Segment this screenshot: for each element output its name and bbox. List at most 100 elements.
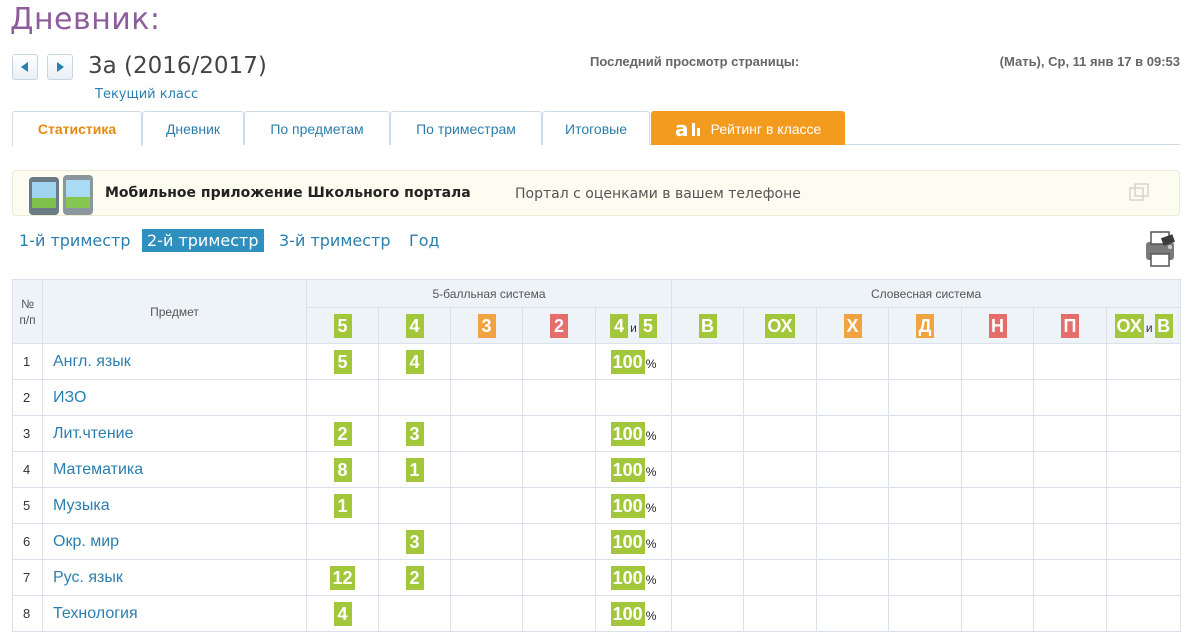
grade-count-cell <box>450 343 523 380</box>
percent-sign: % <box>645 536 657 551</box>
table-row: 6 Окр. мир 3 100% <box>12 523 1182 560</box>
quality-percent-cell: 100% <box>594 595 673 632</box>
subject-link[interactable]: Математика <box>42 451 307 488</box>
verbal-cell <box>888 379 963 416</box>
period-1[interactable]: 1-й триместр <box>14 229 136 252</box>
grade-count: 2 <box>405 565 424 590</box>
five-point-group-header: 5-балльная система <box>305 279 673 308</box>
grade-count: 3 <box>405 421 424 446</box>
verbal-cell <box>1106 487 1182 524</box>
grade-count-cell: 5 <box>306 343 379 380</box>
mobile-app-banner[interactable]: Мобильное приложение Школьного портала П… <box>12 170 1180 216</box>
verbal-cell <box>961 559 1035 596</box>
period-3[interactable]: 3-й триместр <box>274 229 396 252</box>
grades-table: № п/п Предмет 5-балльная система Словесн… <box>12 279 1182 632</box>
grade-count-cell <box>522 487 596 524</box>
subject-link[interactable]: Окр. мир <box>42 523 307 560</box>
verbal-cell <box>1106 559 1182 596</box>
verbal-cell <box>816 451 890 488</box>
phones-icon <box>29 175 93 215</box>
verbal-cell <box>816 343 890 380</box>
verbal-cell <box>671 379 745 416</box>
prev-year-button[interactable] <box>12 54 38 80</box>
verbal-cell <box>1033 415 1108 452</box>
table-row: 8 Технология 4 100% <box>12 595 1182 632</box>
quality-percent-cell: 100% <box>594 343 673 380</box>
grade-count-cell: 2 <box>306 415 379 452</box>
verbal-cell <box>816 487 890 524</box>
grade-count-cell <box>378 379 451 416</box>
grade-count-cell: 8 <box>306 451 379 488</box>
verbal-cell <box>671 595 745 632</box>
subject-link[interactable]: Англ. язык <box>42 343 307 380</box>
subject-link[interactable]: Лит.чтение <box>42 415 307 452</box>
grade-count-cell <box>450 451 523 488</box>
subject-link[interactable]: Рус. язык <box>42 559 307 596</box>
tab-by-subjects[interactable]: По предметам <box>244 111 390 145</box>
verbal-cell <box>1106 379 1182 416</box>
quality-percent: 100 <box>610 601 645 626</box>
grade-count-cell <box>522 379 596 416</box>
col-verbal-v: В <box>671 307 745 344</box>
verbal-cell <box>888 487 963 524</box>
verbal-cell <box>816 595 890 632</box>
verbal-cell <box>961 379 1035 416</box>
next-year-button[interactable] <box>47 54 73 80</box>
subject-link[interactable]: ИЗО <box>42 379 307 416</box>
quality-percent-cell: 100% <box>594 451 673 488</box>
period-2[interactable]: 2-й триместр <box>142 229 264 252</box>
quality-percent: 100 <box>610 565 645 590</box>
verbal-cell <box>743 487 818 524</box>
last-view-value: (Мать), Ср, 11 янв 17 в 09:53 <box>999 54 1180 69</box>
tab-diary[interactable]: Дневник <box>142 111 244 145</box>
grade-count-cell: 1 <box>378 451 451 488</box>
verbal-cell <box>961 451 1035 488</box>
verbal-cell <box>743 523 818 560</box>
tab-statistics[interactable]: Статистика <box>12 111 142 146</box>
verbal-cell <box>816 415 890 452</box>
tab-label: Дневник <box>165 120 221 137</box>
banner-subtitle: Портал с оценками в вашем телефоне <box>515 186 801 202</box>
verbal-cell <box>888 523 963 560</box>
quality-percent-cell: 100% <box>594 487 673 524</box>
col-verbal-p: П <box>1033 307 1108 344</box>
grade-count: 12 <box>330 565 355 590</box>
subject-link[interactable]: Технология <box>42 595 307 632</box>
verbal-cell <box>1106 595 1182 632</box>
verbal-cell <box>743 415 818 452</box>
table-row: 3 Лит.чтение 2 3 100% <box>12 415 1182 452</box>
percent-sign: % <box>645 428 657 443</box>
grade-count-cell <box>522 559 596 596</box>
banner-title: Мобильное приложение Школьного портала <box>105 185 471 201</box>
verbal-cell <box>1033 451 1108 488</box>
tab-label: По предметам <box>270 120 364 137</box>
verbal-cell <box>743 379 818 416</box>
expand-icon[interactable] <box>1129 183 1149 201</box>
quality-percent: 100 <box>610 529 645 554</box>
grade-count-cell <box>522 451 596 488</box>
grade-count: 3 <box>405 529 424 554</box>
row-number: 5 <box>12 487 43 524</box>
tab-final[interactable]: Итоговые <box>542 111 650 145</box>
verbal-cell <box>816 379 890 416</box>
print-icon[interactable] <box>1140 228 1182 268</box>
grade-count-cell <box>378 487 451 524</box>
grade-count-cell: 2 <box>378 559 451 596</box>
percent-sign: % <box>645 356 657 371</box>
grade-count: 8 <box>333 457 352 482</box>
subject-link[interactable]: Музыка <box>42 487 307 524</box>
period-year[interactable]: Год <box>404 229 445 252</box>
grade-count: 5 <box>333 349 352 374</box>
col-grade-4-and-5: 4и5 <box>594 307 673 344</box>
verbal-cell <box>961 523 1035 560</box>
tab-class-rating[interactable]: a Рейтинг в классе <box>651 111 845 145</box>
grade-count-cell: 3 <box>378 523 451 560</box>
grade-count-cell: 3 <box>378 415 451 452</box>
tab-by-trimesters[interactable]: По триместрам <box>390 111 542 145</box>
rating-logo-icon: a <box>675 117 703 141</box>
num-header: № п/п <box>12 279 43 344</box>
col-verbal-ox-and-v: ОХ и В <box>1106 307 1182 344</box>
grade-count: 1 <box>333 493 352 518</box>
percent-sign: % <box>645 464 657 479</box>
verbal-cell <box>888 415 963 452</box>
